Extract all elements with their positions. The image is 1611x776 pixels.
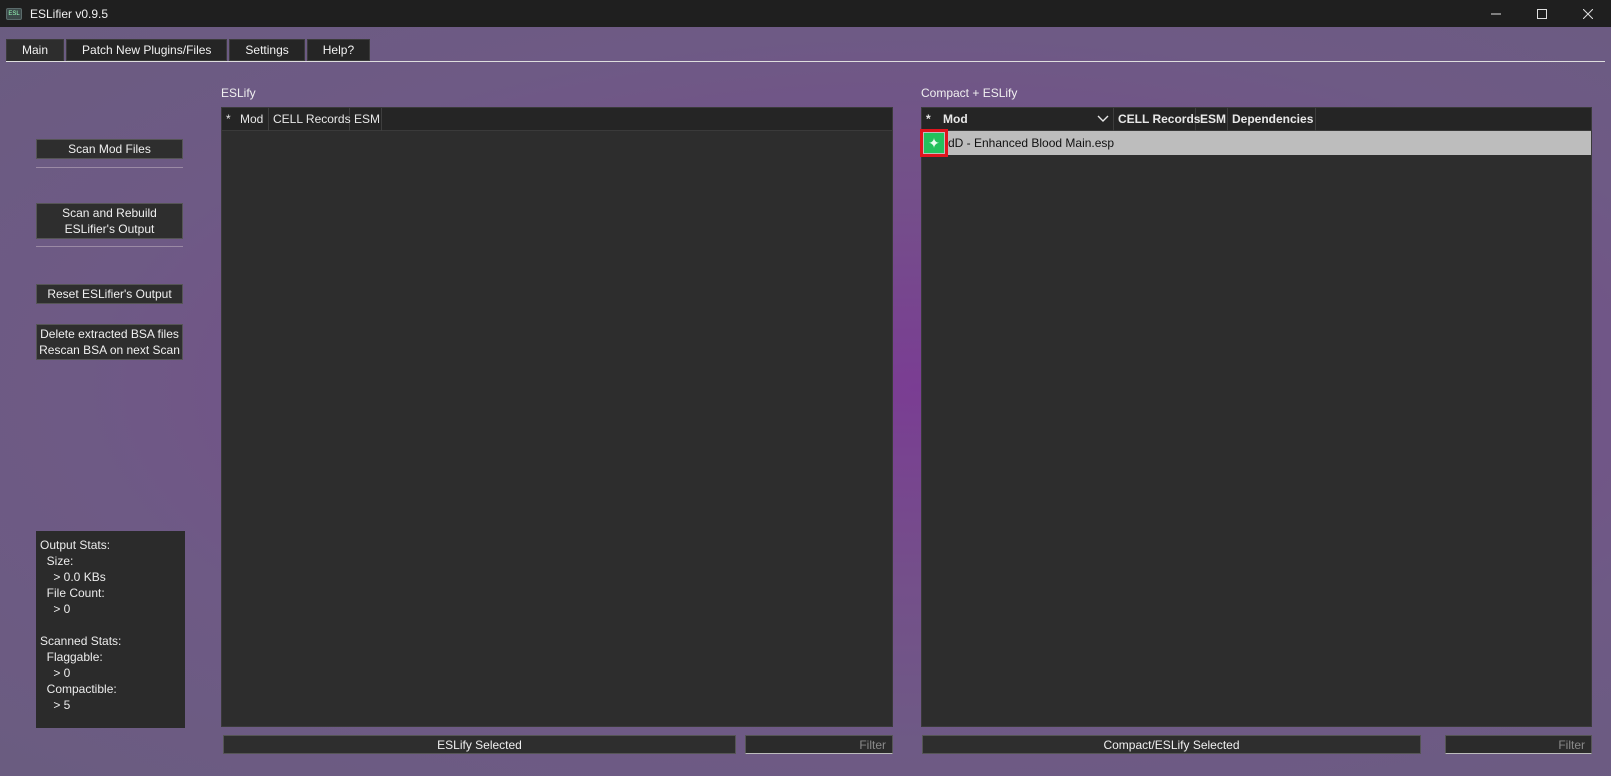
- tab-settings[interactable]: Settings: [229, 39, 305, 61]
- size-value: > 0.0 KBs: [40, 570, 106, 584]
- scan-mod-files-button[interactable]: Scan Mod Files: [36, 139, 183, 159]
- eslify-selected-label: ESLify Selected: [437, 737, 522, 752]
- maximize-icon[interactable]: [1519, 0, 1565, 27]
- close-icon[interactable]: [1565, 0, 1611, 27]
- window-title: ESLifier v0.9.5: [30, 6, 109, 21]
- delete-bsa-label-line1: Delete extracted BSA files: [40, 327, 179, 341]
- eslify-filter-input[interactable]: [745, 735, 893, 754]
- table-row[interactable]: ✦ dD - Enhanced Blood Main.esp: [920, 129, 1591, 157]
- flaggable-label: Flaggable:: [40, 650, 103, 664]
- col-mod-label: Mod: [943, 112, 968, 126]
- window-controls: [1473, 0, 1611, 27]
- output-stats-header: Output Stats:: [40, 538, 111, 552]
- eslify-table[interactable]: * Mod CELL Records ESM: [221, 107, 893, 727]
- compact-panel-title: Compact + ESLify: [921, 86, 1018, 100]
- tab-main[interactable]: Main: [6, 39, 65, 61]
- scanned-stats-header: Scanned Stats:: [40, 634, 122, 648]
- main-tab-bar: Main Patch New Plugins/Files Settings He…: [6, 39, 371, 61]
- minimize-icon[interactable]: [1473, 0, 1519, 27]
- eslify-table-header: * Mod CELL Records ESM: [222, 107, 892, 131]
- reset-output-button[interactable]: Reset ESLifier's Output: [36, 284, 183, 304]
- file-count-label: File Count:: [40, 586, 105, 600]
- compactible-label: Compactible:: [40, 682, 117, 696]
- tab-patch-new-plugins[interactable]: Patch New Plugins/Files: [66, 39, 228, 61]
- size-label: Size:: [40, 554, 74, 568]
- file-count-value: > 0: [40, 602, 71, 616]
- col-select[interactable]: *: [222, 108, 236, 131]
- flaggable-value: > 0: [40, 666, 71, 680]
- col-select[interactable]: *: [922, 108, 939, 131]
- col-cell-records[interactable]: CELL Records: [269, 107, 351, 131]
- delete-bsa-label-line2: Rescan BSA on next Scan: [39, 343, 180, 357]
- col-esm[interactable]: ESM: [350, 107, 382, 131]
- col-dependencies[interactable]: Dependencies: [1228, 107, 1316, 131]
- app-logo-icon: ESL: [6, 7, 22, 20]
- compact-filter-input[interactable]: [1445, 735, 1592, 754]
- tab-divider: [6, 61, 1605, 62]
- compact-table-header: * Mod CELL Records ESM Dependencies: [922, 107, 1591, 131]
- col-mod[interactable]: Mod: [939, 107, 1114, 131]
- sidebar-separator: [36, 167, 183, 168]
- eslify-selected-button[interactable]: ESLify Selected: [223, 735, 736, 754]
- compact-table[interactable]: * Mod CELL Records ESM Dependencies ✦ dD…: [920, 107, 1592, 727]
- sidebar-separator: [36, 246, 183, 247]
- compact-eslify-selected-button[interactable]: Compact/ESLify Selected: [922, 735, 1421, 754]
- row-mod-name: dD - Enhanced Blood Main.esp: [948, 136, 1115, 150]
- title-bar: ESL ESLifier v0.9.5: [0, 0, 1611, 27]
- tab-help[interactable]: Help?: [306, 39, 371, 61]
- scan-rebuild-label-line2: ESLifier's Output: [64, 222, 155, 236]
- chevron-down-icon: [1097, 115, 1109, 122]
- reset-output-label: Reset ESLifier's Output: [47, 287, 172, 301]
- stats-panel: Output Stats: Size: > 0.0 KBs File Count…: [36, 531, 185, 728]
- stats-spacer: [40, 617, 181, 633]
- compactible-value: > 5: [40, 698, 71, 712]
- eslify-panel-title: ESLify: [221, 86, 256, 100]
- scan-mod-files-label: Scan Mod Files: [68, 142, 151, 156]
- col-esm[interactable]: ESM: [1196, 107, 1228, 131]
- sparkle-icon[interactable]: ✦: [920, 129, 948, 157]
- scan-rebuild-button[interactable]: Scan and Rebuild ESLifier's Output: [36, 203, 183, 239]
- scan-rebuild-label-line1: Scan and Rebuild: [62, 206, 157, 220]
- delete-bsa-button[interactable]: Delete extracted BSA files Rescan BSA on…: [36, 324, 183, 360]
- col-cell-records[interactable]: CELL Records: [1114, 107, 1200, 131]
- col-mod[interactable]: Mod: [236, 107, 269, 131]
- compact-eslify-selected-label: Compact/ESLify Selected: [1103, 737, 1240, 752]
